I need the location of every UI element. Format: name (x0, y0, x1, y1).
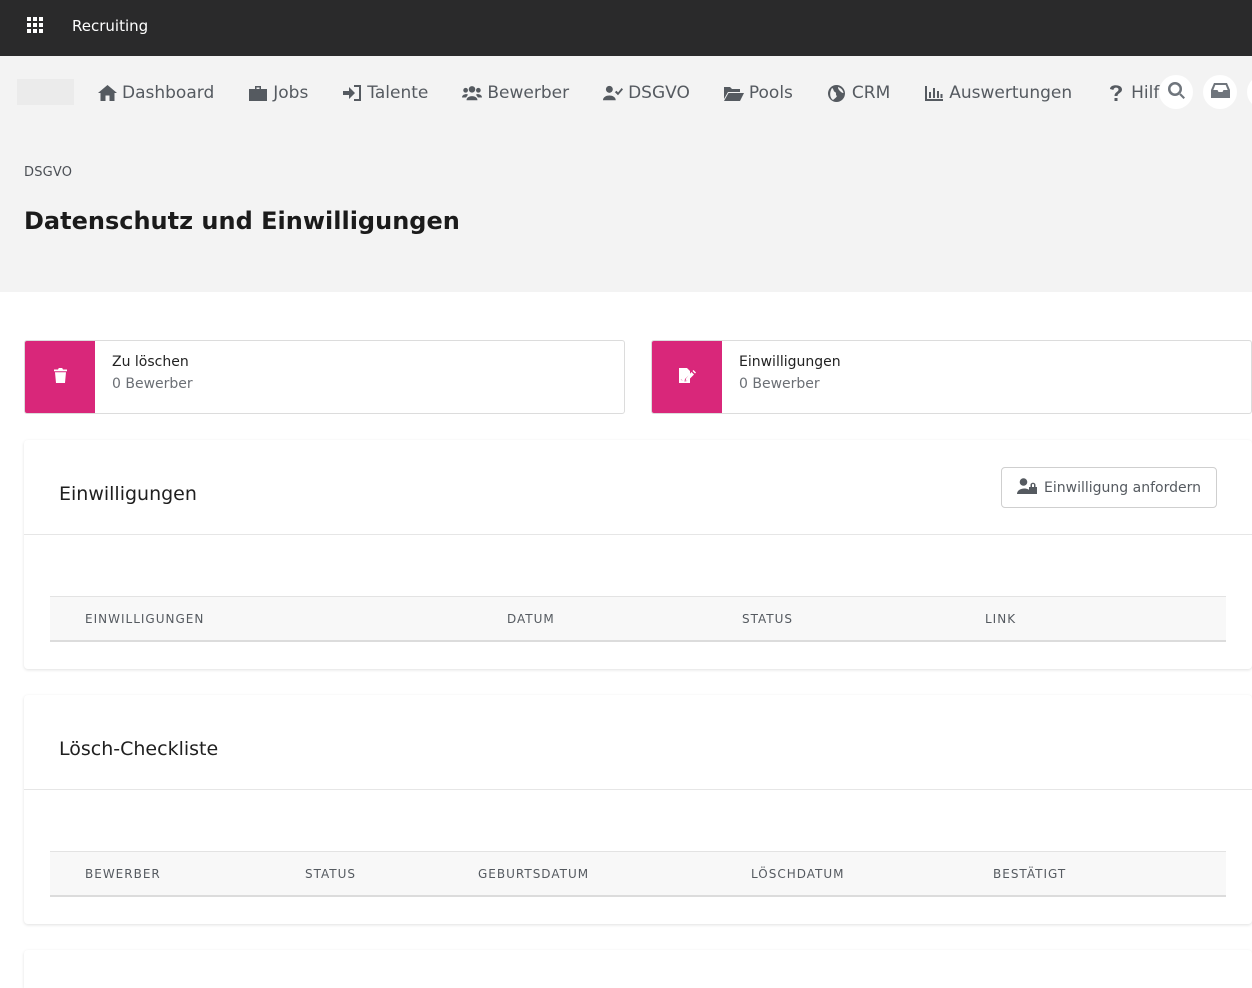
column-header[interactable]: Status (305, 867, 356, 881)
column-header[interactable]: Einwilligungen (85, 612, 204, 626)
search-icon (1167, 81, 1185, 103)
consents-panel: Einwilligungen Einwilligung anfordern Ei… (24, 440, 1252, 669)
logo[interactable] (17, 79, 74, 105)
column-header[interactable]: Geburtsdatum (478, 867, 589, 881)
stat-label: Einwilligungen (739, 354, 841, 370)
inbox-icon (1210, 82, 1230, 102)
column-header[interactable]: Status (742, 612, 793, 626)
stat-card-to-delete[interactable]: Zu löschen 0 Bewerber (24, 340, 625, 414)
user-lock-icon (1017, 477, 1044, 498)
nav-item-auswertungen[interactable]: Auswertungen (924, 83, 1072, 103)
stat-value: 0 Bewerber (739, 376, 820, 392)
stat-label: Zu löschen (112, 354, 189, 370)
nav-item-jobs[interactable]: Jobs (248, 83, 308, 103)
nav-item-bewerber[interactable]: Bewerber (462, 83, 569, 103)
folder-open-icon (723, 84, 744, 102)
nav-item-label: Dashboard (122, 83, 215, 103)
panel-divider (24, 789, 1252, 790)
nav-item-label: Talente (367, 83, 429, 103)
user-menu-button[interactable] (1247, 75, 1252, 109)
stat-icon-box (25, 341, 95, 413)
nav-item-crm[interactable]: CRM (827, 83, 890, 103)
next-panel (24, 950, 1252, 988)
column-header[interactable]: Datum (507, 612, 555, 626)
page-title: Datenschutz und Einwilligungen (24, 207, 460, 235)
top-bar: Recruiting (0, 0, 1252, 56)
stat-value: 0 Bewerber (112, 376, 193, 392)
main-nav: Dashboard Jobs Talente Bewerber DSGVO Po… (97, 82, 1204, 104)
inbox-button[interactable] (1203, 75, 1237, 109)
panel-divider (24, 534, 1252, 535)
file-signature-icon (678, 367, 696, 387)
briefcase-icon (248, 84, 268, 102)
column-header[interactable]: Link (985, 612, 1016, 626)
column-header[interactable]: Löschdatum (751, 867, 845, 881)
nav-item-label: DSGVO (628, 83, 690, 103)
nav-item-label: CRM (851, 83, 891, 103)
search-button[interactable] (1159, 75, 1193, 109)
consents-table-header: Einwilligungen Datum Status Link (50, 596, 1226, 642)
breadcrumb[interactable]: DSGVO (24, 165, 72, 180)
panel-title: Lösch-Checkliste (59, 738, 219, 760)
app-title[interactable]: Recruiting (72, 17, 148, 35)
user-check-icon (603, 84, 624, 102)
trash-icon (53, 367, 67, 387)
deletion-checklist-panel: Lösch-Checkliste Bewerber Status Geburts… (24, 695, 1252, 924)
stat-icon-box (652, 341, 722, 413)
request-consent-label: Einwilligung anfordern (1044, 479, 1201, 496)
nav-item-label: Auswertungen (949, 83, 1073, 103)
home-icon (97, 84, 117, 102)
nav-item-label: Bewerber (487, 83, 570, 103)
nav-item-dashboard[interactable]: Dashboard (97, 83, 214, 103)
request-consent-button[interactable]: Einwilligung anfordern (1001, 467, 1217, 508)
nav-item-dsgvo[interactable]: DSGVO (603, 83, 690, 103)
column-header[interactable]: Bestätigt (993, 867, 1066, 881)
nav-item-label: Pools (748, 83, 793, 103)
page-header: Dashboard Jobs Talente Bewerber DSGVO Po… (0, 56, 1252, 292)
deletion-table-header: Bewerber Status Geburtsdatum Löschdatum … (50, 851, 1226, 897)
question-icon (1106, 84, 1126, 102)
nav-item-pools[interactable]: Pools (723, 83, 793, 103)
users-icon (462, 84, 483, 102)
panel-title: Einwilligungen (59, 483, 197, 505)
app-grid-icon[interactable] (27, 17, 43, 33)
bar-chart-icon (924, 84, 944, 102)
stat-card-consents[interactable]: Einwilligungen 0 Bewerber (651, 340, 1252, 414)
nav-item-label: Jobs (273, 83, 309, 103)
globe-icon (827, 84, 847, 102)
sign-in-icon (342, 84, 362, 102)
column-header[interactable]: Bewerber (85, 867, 161, 881)
nav-item-talente[interactable]: Talente (342, 83, 428, 103)
